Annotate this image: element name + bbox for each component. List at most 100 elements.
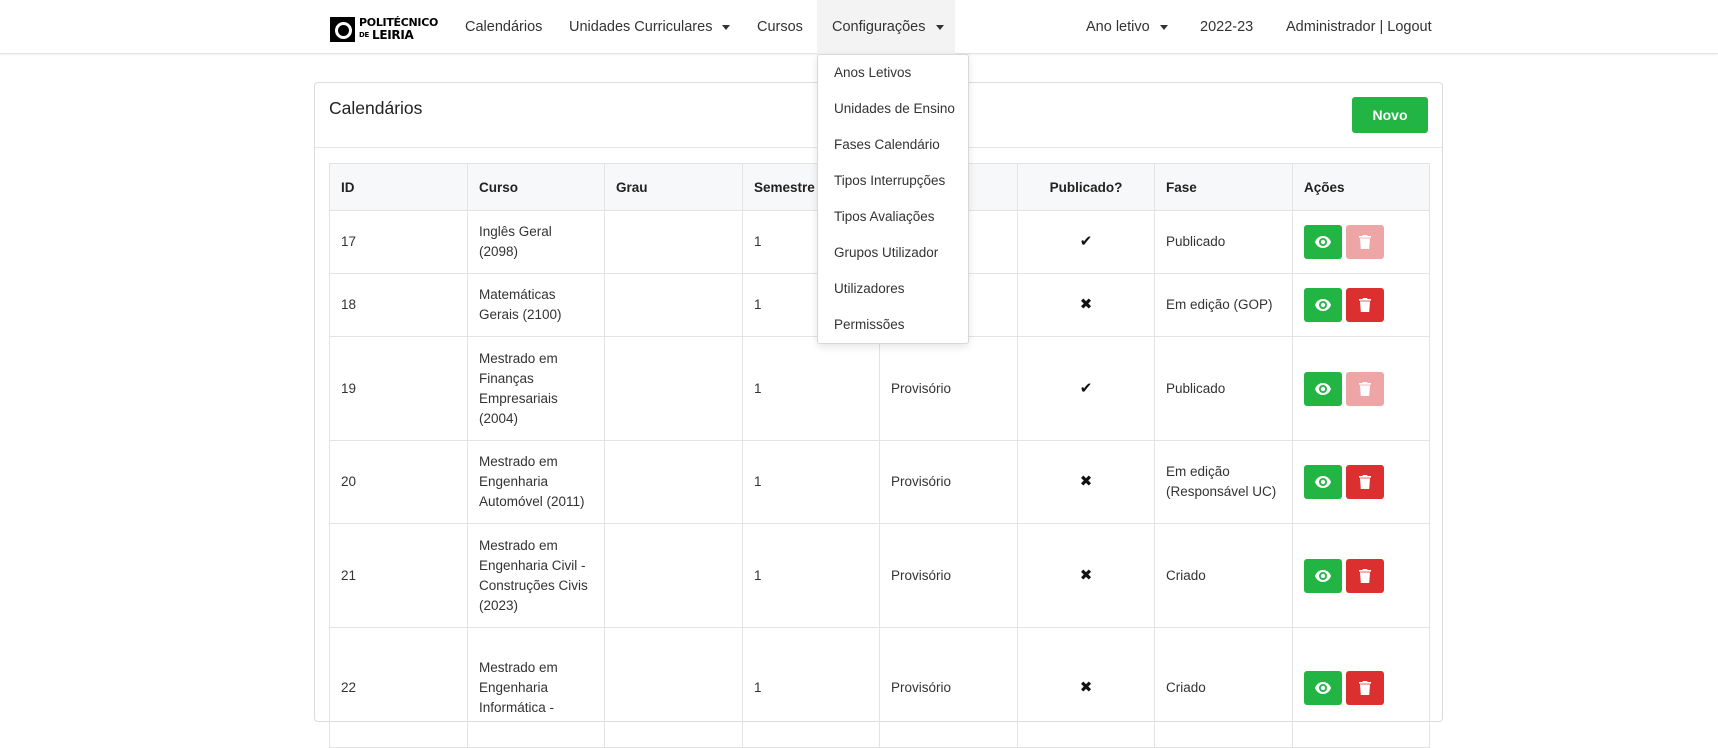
- trash-icon: [1359, 381, 1371, 396]
- cross-icon: ✖: [1079, 566, 1093, 584]
- curso-line: Empresariais: [479, 390, 558, 406]
- eye-icon: [1315, 681, 1331, 694]
- header-acoes: Ações: [1292, 163, 1430, 211]
- cell-fase: Criado: [1154, 523, 1293, 628]
- cell-id: 22: [329, 627, 468, 748]
- cross-icon: ✖: [1079, 473, 1093, 490]
- cell-semestre: 1: [742, 523, 880, 628]
- dropdown-item-tipos-interrupcoes[interactable]: Tipos Interrupções: [834, 173, 945, 188]
- caret-down-icon: [1159, 24, 1168, 30]
- cell-tipo: Provisório: [879, 440, 1018, 524]
- header-grau[interactable]: Grau: [604, 163, 743, 211]
- trash-icon: [1359, 235, 1371, 249]
- new-calendar-button[interactable]: Novo: [1352, 97, 1428, 133]
- top-navbar: POLITÉCNICO DE LEIRIA Calendários Unidad…: [0, 0, 1718, 54]
- cell-fase: Em edição (GOP): [1154, 273, 1293, 337]
- nav-user-logout[interactable]: Administrador | Logout: [1286, 0, 1432, 54]
- curso-line: Mestrado em: [479, 454, 558, 469]
- table-row: 21 Mestrado em Engenharia Civil - Construçõ…: [329, 523, 1430, 628]
- cell-publicado: ✖: [1017, 440, 1155, 524]
- politecnico-leiria-logo[interactable]: POLITÉCNICO DE LEIRIA: [330, 15, 438, 43]
- curso-line: Engenharia: [479, 474, 549, 489]
- delete-button[interactable]: [1346, 288, 1384, 322]
- eye-icon: [1315, 382, 1331, 395]
- header-publicado[interactable]: Publicado?: [1017, 163, 1155, 211]
- curso-line: Matemáticas: [479, 287, 556, 302]
- curso-line: Gerais (2100): [479, 307, 562, 322]
- delete-button[interactable]: [1346, 558, 1384, 593]
- cell-id: 20: [329, 440, 468, 524]
- delete-button[interactable]: [1346, 670, 1384, 705]
- nav-calendarios[interactable]: Calendários: [465, 0, 542, 54]
- cell-id: 18: [329, 273, 468, 337]
- dropdown-item-utilizadores[interactable]: Utilizadores: [834, 281, 905, 296]
- cell-publicado: ✖: [1017, 523, 1155, 628]
- cell-fase: Em edição (Responsável UC): [1154, 440, 1293, 524]
- curso-line: Inglês Geral: [479, 224, 552, 239]
- view-button[interactable]: [1304, 225, 1342, 259]
- cell-grau: [604, 440, 743, 524]
- nav-cursos[interactable]: Cursos: [757, 0, 803, 54]
- page-title: Calendários: [329, 98, 423, 118]
- header-fase[interactable]: Fase: [1154, 163, 1293, 211]
- curso-line: Mestrado em: [479, 659, 558, 675]
- cell-grau: [604, 210, 743, 274]
- cell-curso: Mestrado em Engenharia Civil - Construções…: [467, 523, 605, 628]
- view-button[interactable]: [1304, 558, 1342, 593]
- cell-tipo: Provisório: [879, 523, 1018, 628]
- cell-semestre: 1: [742, 440, 880, 524]
- cell-grau: [604, 627, 743, 748]
- cell-curso: Mestrado em Engenharia Informática -: [467, 627, 605, 748]
- delete-button: [1346, 225, 1384, 259]
- logo-mark-icon: [330, 16, 355, 42]
- curso-line: (2023): [479, 597, 519, 613]
- cell-fase: Publicado: [1154, 336, 1293, 441]
- cell-acoes: [1292, 336, 1430, 441]
- cell-id: 19: [329, 336, 468, 441]
- eye-icon: [1315, 476, 1331, 488]
- cell-grau: [604, 273, 743, 337]
- fase-line: Criado: [1166, 567, 1206, 583]
- cell-semestre: 1: [742, 336, 880, 441]
- dropdown-item-tipos-avaliacoes[interactable]: Tipos Avaliações: [834, 209, 935, 224]
- nav-unidades-curriculares[interactable]: Unidades Curriculares: [569, 0, 731, 54]
- trash-icon: [1359, 568, 1371, 583]
- view-button[interactable]: [1304, 288, 1342, 322]
- view-button[interactable]: [1304, 465, 1342, 499]
- curso-line: Mestrado em: [479, 537, 558, 553]
- nav-ano-letivo[interactable]: Ano letivo: [1086, 0, 1168, 54]
- cell-acoes: [1292, 273, 1430, 337]
- cell-id: 21: [329, 523, 468, 628]
- cell-tipo: Provisório: [879, 336, 1018, 441]
- cell-acoes: [1292, 627, 1430, 748]
- cell-curso: Mestrado em Engenharia Automóvel (2011): [467, 440, 605, 524]
- caret-down-icon: [722, 24, 731, 30]
- cross-icon: ✖: [1079, 678, 1093, 696]
- header-curso[interactable]: Curso: [467, 163, 605, 211]
- dropdown-item-grupos-utilizador[interactable]: Grupos Utilizador: [834, 245, 938, 260]
- curso-line: Engenharia: [479, 679, 549, 695]
- table-row: 19 Mestrado em Finanças Empresariais (2004) 1…: [329, 336, 1430, 441]
- cell-tipo: Provisório: [879, 627, 1018, 748]
- cell-curso: Mestrado em Finanças Empresariais (2004): [467, 336, 605, 441]
- dropdown-item-permissoes[interactable]: Permissões: [834, 317, 905, 332]
- curso-line: Engenharia Civil -: [479, 557, 586, 573]
- cell-curso: Matemáticas Gerais (2100): [467, 273, 605, 337]
- delete-button[interactable]: [1346, 465, 1384, 499]
- header-id[interactable]: ID: [329, 163, 468, 211]
- cell-curso: Inglês Geral (2098): [467, 210, 605, 274]
- cell-fase: Criado: [1154, 627, 1293, 748]
- view-button[interactable]: [1304, 670, 1342, 705]
- dropdown-item-fases-calendario[interactable]: Fases Calendário: [834, 137, 940, 152]
- cell-acoes: [1292, 440, 1430, 524]
- nav-configuracoes[interactable]: Configurações: [817, 0, 955, 54]
- cell-id: 17: [329, 210, 468, 274]
- dropdown-item-anos-letivos[interactable]: Anos Letivos: [834, 65, 911, 80]
- view-button[interactable]: [1304, 371, 1342, 406]
- dropdown-item-unidades-de-ensino[interactable]: Unidades de Ensino: [834, 101, 955, 116]
- nav-current-year[interactable]: 2022-23: [1200, 0, 1253, 54]
- cell-grau: [604, 523, 743, 628]
- cell-acoes: [1292, 210, 1430, 274]
- trash-icon: [1359, 680, 1371, 695]
- logo-leiria: LEIRIA: [372, 28, 414, 42]
